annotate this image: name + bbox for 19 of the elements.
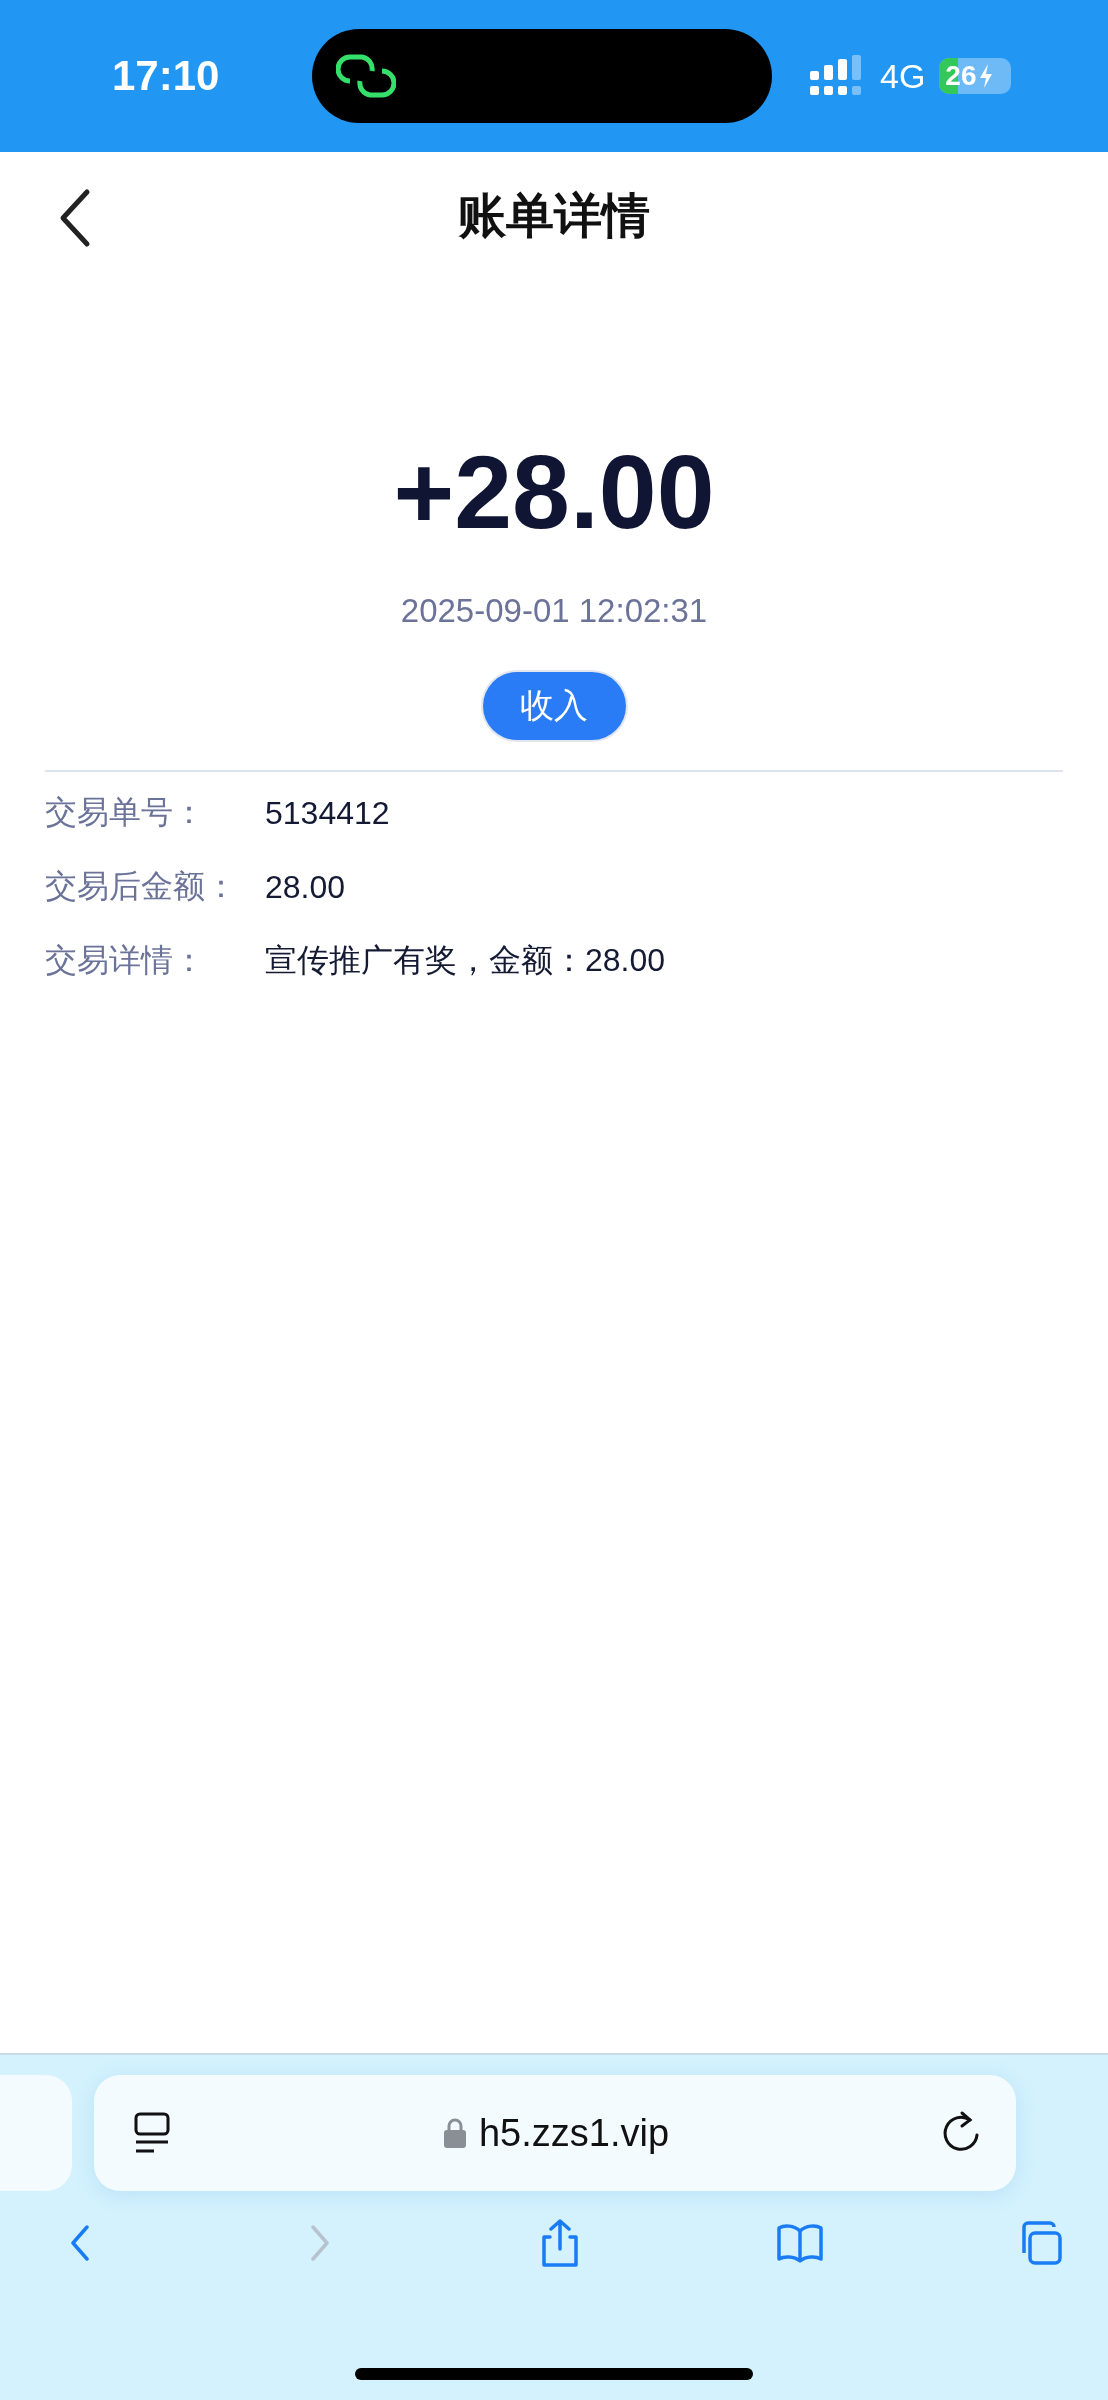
forward-icon [310, 2225, 330, 2261]
detail-value: 宣传推广有奖，金额：28.00 [265, 941, 666, 980]
address-bar[interactable]: h5.zzs1.vip [94, 2075, 1016, 2191]
transaction-time: 2025-09-01 12:02:31 [400, 592, 708, 630]
detail-value: 5134412 [265, 794, 390, 832]
lock-icon [442, 2117, 467, 2149]
detail-label: 交易后金额： [45, 867, 238, 906]
detail-label: 交易单号： [45, 793, 206, 832]
back-icon [70, 2225, 90, 2261]
url-text: h5.zzs1.vip [478, 2111, 670, 2155]
detail-label: 交易详情： [45, 941, 206, 980]
page-menu-icon [132, 2111, 172, 2155]
reader-button[interactable] [132, 2111, 172, 2155]
network-label: 4G [880, 56, 926, 96]
type-badge: 收入 [482, 672, 626, 740]
page-title: 账单详情 [458, 188, 650, 244]
status-time: 17:10 [112, 52, 221, 100]
detail-value: 28.00 [265, 868, 346, 906]
amount: +28.00 [393, 440, 715, 544]
